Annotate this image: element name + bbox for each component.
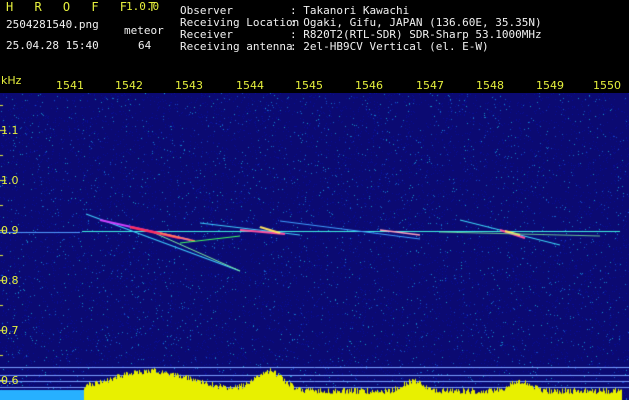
time-tick-label: 1550: [593, 79, 621, 92]
time-tick-label: 1547: [416, 79, 444, 92]
time-tick-label: 1543: [175, 79, 203, 92]
time-tick-label: 1541: [56, 79, 84, 92]
time-tick-label: 1545: [295, 79, 323, 92]
spectrogram-canvas: [0, 93, 629, 400]
counter-label: meteor: [124, 24, 164, 37]
image-filename: 2504281540.png: [6, 18, 99, 31]
frequency-tick-label: 0.8: [1, 274, 19, 287]
antenna-value: : 2el-HB9CV Vertical (el. E-W): [290, 40, 489, 53]
app-version: 1.0.0: [126, 0, 160, 13]
frequency-tick-label: 0.7: [1, 324, 19, 337]
time-tick-label: 1548: [476, 79, 504, 92]
frequency-tick-label: 0.9: [1, 224, 19, 237]
header-panel: H R O F F T 1.0.0 2504281540.png meteor …: [0, 0, 629, 75]
time-tick-label: 1546: [355, 79, 383, 92]
frequency-unit: kHz: [1, 74, 22, 87]
time-tick-label: 1544: [236, 79, 264, 92]
observation-datetime: 25.04.28 15:40: [6, 39, 99, 52]
meteor-count: 64: [138, 39, 152, 52]
time-tick-label: 1542: [115, 79, 143, 92]
frequency-tick-label: 1.0: [1, 174, 19, 187]
time-tick-label: 1549: [536, 79, 564, 92]
frequency-tick-label: 1.1: [1, 124, 19, 137]
frequency-tick-label: 0.6: [1, 374, 19, 387]
antenna-label: Receiving antenna: [180, 40, 293, 53]
